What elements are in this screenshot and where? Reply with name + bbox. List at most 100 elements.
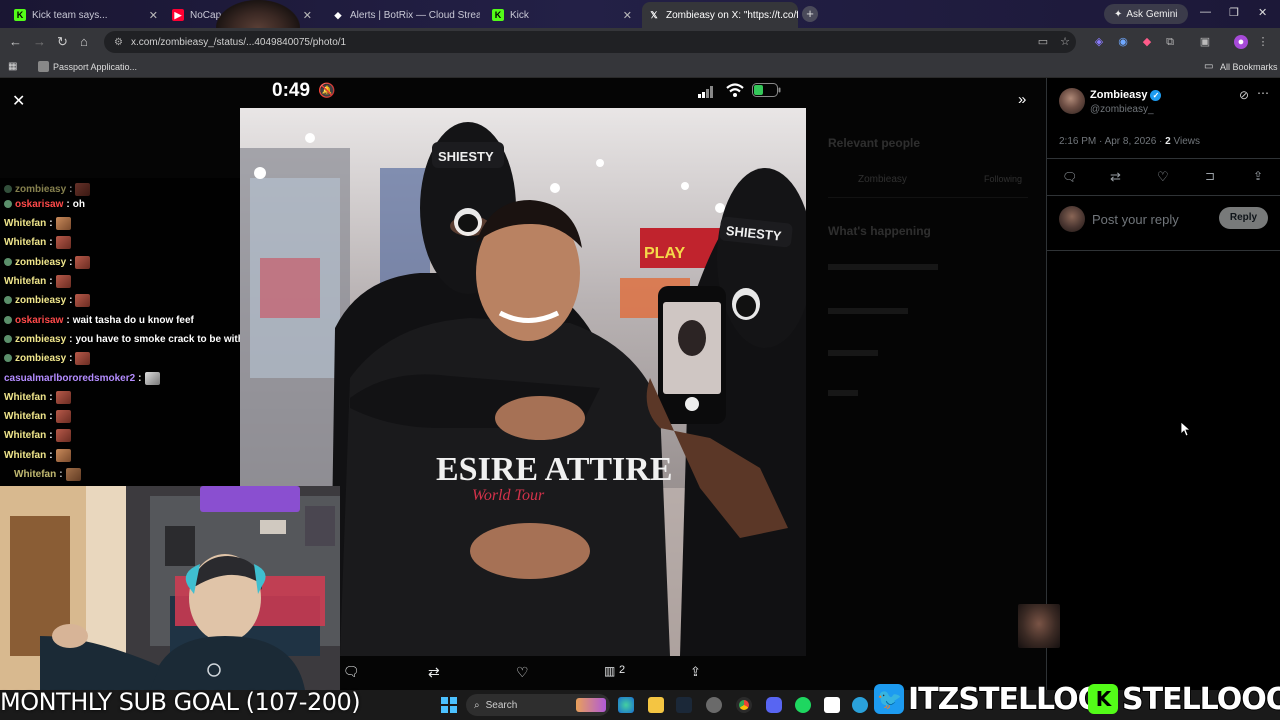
url-text: x.com/zombieasy_/status/...4049840075/ph… [130,36,347,48]
file-explorer-icon[interactable] [648,697,664,713]
site-settings-icon[interactable]: ⚙ [114,37,123,48]
expand-sidebar-icon[interactable]: » [1018,91,1026,108]
taskbar-search-label: Search [485,699,518,711]
bookmark-passport[interactable]: Passport Applicatio... [53,62,137,72]
botrix-icon: ◆ [334,9,342,20]
views-icon[interactable]: ▥ [604,664,615,678]
gemini-icon: ✦ [1114,8,1123,20]
tab-close-icon[interactable]: ✕ [623,9,632,22]
like-icon[interactable]: ♡ [516,664,529,681]
chat-badge-icon [4,316,12,324]
tab-close-icon[interactable]: ✕ [149,9,158,22]
verified-badge-icon: ✓ [1150,89,1162,101]
chat-badge-icon [4,185,12,193]
steam-icon[interactable] [676,697,692,713]
chat-emote-icon [75,182,91,196]
chat-line: Whitefan: [4,426,71,444]
minimize-icon[interactable]: — [1200,6,1211,18]
author-handle[interactable]: @zombieasy_ [1090,104,1154,115]
back-icon[interactable]: ← [9,34,22,49]
chat-badge-icon [4,200,12,208]
following-label: Following [984,174,1023,184]
chat-line: oskarisaw: oh [4,195,85,213]
repost-icon[interactable]: ⇄ [428,664,440,681]
more-options-icon[interactable]: ⋯ [1257,86,1269,100]
tab-close-icon[interactable]: ✕ [303,9,312,22]
phone-status-bar: 0:49 🔕 [240,78,806,108]
edge-icon[interactable] [618,697,634,713]
extensions-puzzle-icon[interactable]: ⧉ [1163,35,1177,49]
bookmark-icon[interactable]: ⊐ [1205,169,1215,183]
reload-icon[interactable]: ↻ [57,34,68,50]
chat-emote-icon [144,371,160,385]
reply-icon[interactable]: 🗨 [1062,170,1077,184]
reply-icon[interactable]: 🗨 [343,664,360,680]
chat-emote-icon [55,448,71,462]
cellular-signal-icon [698,86,713,98]
x-icon: 𝕏 [650,9,658,20]
discord-icon[interactable] [766,697,782,713]
tab-zombieasy-x[interactable]: 𝕏 Zombieasy on X: "https://t.co/f ✕ [642,2,798,28]
chat-line: Whitefan: [4,446,71,464]
repost-icon[interactable]: ⇄ [1110,169,1121,185]
chrome-icon[interactable] [736,697,752,713]
close-viewer-icon[interactable]: ✕ [12,91,25,111]
my-avatar[interactable] [1059,206,1085,232]
spotify-icon[interactable] [795,697,811,713]
browser-menu-icon[interactable]: ⋮ [1256,35,1270,49]
author-avatar[interactable] [1059,88,1085,114]
new-tab-button[interactable]: + [802,6,818,22]
chat-username: Whitefan [4,275,47,287]
all-bookmarks[interactable]: All Bookmarks [1220,62,1278,72]
share-icon[interactable]: ⇪ [1253,169,1263,183]
chat-line: zombieasy: [4,291,91,309]
browser-tab-strip: K Kick team says... ✕ ▶ NoCap - ✕ ◆ Aler… [0,0,1280,52]
guest-face-overlay [1018,604,1060,648]
view-count: 2 [619,664,626,676]
tab-kick-team[interactable]: K Kick team says... ✕ [8,4,164,26]
chat-emote-icon [55,428,71,442]
windows-start-icon[interactable] [441,697,457,713]
ask-gemini-button[interactable]: ✦ Ask Gemini [1104,4,1188,24]
reply-button[interactable]: Reply [1219,207,1268,229]
apps-grid-icon[interactable]: ▦ [8,61,17,72]
profile-avatar-icon[interactable]: ● [1234,35,1248,49]
app-icon[interactable] [706,697,722,713]
kick-handle: STELLOOO [1121,681,1280,718]
chat-emote-icon [55,235,71,249]
chat-emote-icon [55,216,71,230]
taskbar-search[interactable]: ⌕ Search [466,694,610,716]
telegram-icon[interactable] [852,697,868,713]
extension-icon[interactable]: ◉ [1116,35,1130,49]
chat-line: Whitefan: [4,272,71,290]
install-app-icon[interactable]: ▭ [1036,35,1050,49]
grok-icon[interactable]: ⊘ [1239,88,1249,102]
home-icon[interactable]: ⌂ [80,34,88,49]
notes-icon[interactable] [824,697,840,713]
extension-icon[interactable]: ◈ [1092,35,1106,49]
forward-icon[interactable]: → [33,34,46,49]
restore-icon[interactable]: ❐ [1229,6,1239,19]
close-window-icon[interactable]: ✕ [1258,6,1267,19]
tab-botrix-alerts[interactable]: ◆ Alerts | BotRix — Cloud Stream ✕ [326,4,480,26]
chat-line: Whitefan: [4,214,71,232]
chat-emote-icon [55,390,71,404]
tab-label: Kick [510,9,529,21]
tab-kick[interactable]: K Kick ✕ [486,4,638,26]
reply-input[interactable]: Post your reply [1092,212,1179,227]
chat-username: Whitefan [14,468,57,480]
author-name[interactable]: Zombieasy [1090,89,1147,101]
side-panel-icon[interactable]: ▣ [1198,35,1212,49]
stream-chat-overlay: zombieasy: oskarisaw: oh Whitefan: Whitef… [0,178,240,486]
address-bar[interactable]: ⚙ x.com/zombieasy_/status/...4049840075/… [104,31,1076,53]
share-icon[interactable]: ⇪ [690,664,701,680]
battery-icon [752,83,781,97]
bookmark-star-icon[interactable]: ☆ [1058,35,1072,49]
author-name-row[interactable]: Zombieasy ✓ [1090,89,1162,101]
chat-line: casualmarlbororedsmoker2: [4,369,160,387]
chat-line: Whitefan: [4,233,71,251]
ask-gemini-label: Ask Gemini [1126,8,1178,20]
chat-emote-icon [65,467,81,481]
like-icon[interactable]: ♡ [1157,169,1169,185]
extension-icon[interactable]: ◆ [1140,35,1154,49]
